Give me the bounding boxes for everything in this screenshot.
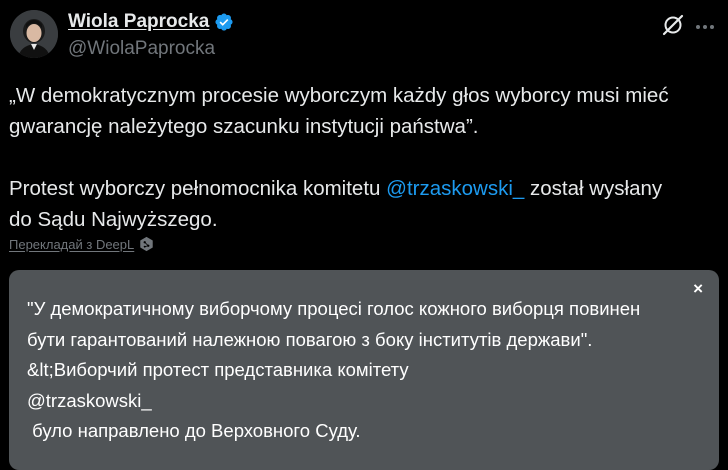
tweet-header: Wiola Paprocka @WiolaPaprocka	[0, 0, 728, 72]
tweet-text-segment: Protest wyborczy pełnomocnika komitetu	[9, 177, 387, 200]
display-name[interactable]: Wiola Paprocka	[68, 11, 209, 33]
avatar-photo	[10, 10, 58, 58]
mention-link[interactable]: @trzaskowski_	[386, 177, 524, 200]
deepl-icon	[140, 236, 153, 252]
translate-link[interactable]: Перекладай з DeepL	[9, 237, 134, 252]
translation-line: було направлено до Верховного Суду.	[27, 420, 361, 441]
tweet-text: „W demokratycznym procesie wyborczym każ…	[9, 80, 721, 235]
tweet-line: „W demokratycznym procesie wyborczym każ…	[9, 84, 669, 107]
handle[interactable]: @WiolaPaprocka	[68, 38, 234, 60]
translation-line: бути гарантований належною повагою з бок…	[27, 328, 593, 350]
tweet-line: gwarancję należytego szacunku instytucji…	[9, 115, 479, 138]
avatar[interactable]	[10, 10, 58, 58]
translation-line: @trzaskowski_	[27, 389, 152, 411]
verified-badge-icon[interactable]	[214, 12, 234, 32]
translation-line: &lt;Виборчий протест представника коміте…	[27, 359, 409, 380]
translation-text: "У демократичному виборчому процесі голо…	[27, 294, 697, 447]
translate-row: Перекладай з DeepL	[9, 236, 154, 252]
translation-line: "У демократичному виборчому процесі голо…	[27, 298, 641, 319]
translation-panel: × "У демократичному виборчому процесі го…	[9, 270, 719, 470]
tweet-line: Protest wyborczy pełnomocnika komitetu @…	[9, 173, 721, 204]
tweet-text-segment: został wysłany	[524, 177, 663, 200]
author-block: Wiola Paprocka @WiolaPaprocka	[68, 10, 234, 60]
grok-icon[interactable]	[660, 12, 686, 38]
tweet-line: do Sądu Najwyższego.	[9, 208, 218, 231]
more-icon[interactable]	[692, 14, 718, 40]
